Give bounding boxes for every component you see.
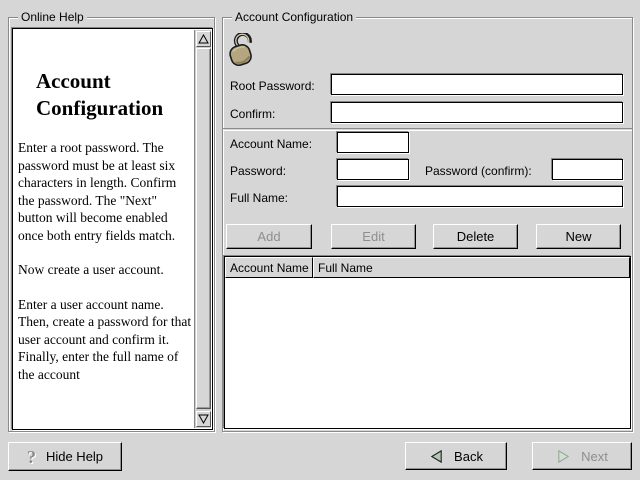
scrollbar-thumb[interactable] bbox=[196, 48, 211, 409]
help-paragraph: Now create a user account. bbox=[18, 261, 192, 279]
delete-button[interactable]: Delete bbox=[433, 224, 518, 249]
scroll-down-button[interactable] bbox=[196, 411, 211, 427]
confirm-label: Confirm: bbox=[230, 107, 275, 121]
confirm-password-input[interactable] bbox=[331, 102, 623, 123]
next-button[interactable]: Next bbox=[532, 442, 632, 470]
hide-help-button[interactable]: ? Hide Help bbox=[8, 442, 122, 471]
password-label: Password: bbox=[230, 164, 286, 178]
back-arrow-icon bbox=[429, 449, 444, 464]
column-header-account-name[interactable]: Account Name bbox=[225, 257, 313, 278]
full-name-label: Full Name: bbox=[230, 191, 288, 205]
online-help-frame-label: Online Help bbox=[18, 10, 87, 24]
next-label: Next bbox=[581, 449, 608, 464]
root-password-label: Root Password: bbox=[230, 79, 315, 93]
help-scrollbar[interactable] bbox=[194, 30, 211, 428]
account-configuration-frame-label: Account Configuration bbox=[232, 10, 356, 24]
column-header-full-name[interactable]: Full Name bbox=[313, 257, 630, 278]
password-input[interactable] bbox=[337, 159, 409, 180]
full-name-input[interactable] bbox=[337, 186, 623, 207]
scroll-up-button[interactable] bbox=[196, 31, 211, 47]
password-confirm-label: Password (confirm): bbox=[425, 164, 532, 178]
account-name-input[interactable] bbox=[337, 132, 409, 153]
help-text-area: Account Configuration Enter a root passw… bbox=[12, 28, 213, 430]
accounts-table-body[interactable] bbox=[225, 278, 630, 428]
scroll-down-icon bbox=[198, 414, 209, 424]
scroll-up-icon bbox=[198, 34, 209, 44]
add-button[interactable]: Add bbox=[226, 224, 312, 249]
next-arrow-icon bbox=[556, 449, 571, 464]
root-password-input[interactable] bbox=[331, 74, 623, 95]
section-separator bbox=[223, 128, 632, 130]
help-paragraph: Enter a user account name. Then, create … bbox=[18, 296, 192, 384]
edit-button[interactable]: Edit bbox=[331, 224, 416, 249]
installer-window: Online Help Account Configuration Enter … bbox=[0, 0, 640, 480]
back-button[interactable]: Back bbox=[405, 442, 507, 470]
accounts-table[interactable]: Account Name Full Name bbox=[224, 256, 631, 429]
back-label: Back bbox=[454, 449, 483, 464]
help-paragraph: Enter a root password. The password must… bbox=[18, 139, 192, 244]
hide-help-label: Hide Help bbox=[46, 449, 103, 464]
new-button[interactable]: New bbox=[536, 224, 621, 249]
help-title: Account Configuration bbox=[36, 68, 192, 122]
account-name-label: Account Name: bbox=[230, 137, 312, 151]
help-content: Account Configuration Enter a root passw… bbox=[14, 30, 194, 428]
password-confirm-input[interactable] bbox=[552, 159, 623, 180]
lock-icon bbox=[227, 33, 259, 69]
accounts-table-header: Account Name Full Name bbox=[225, 257, 630, 278]
question-mark-icon: ? bbox=[27, 448, 36, 466]
